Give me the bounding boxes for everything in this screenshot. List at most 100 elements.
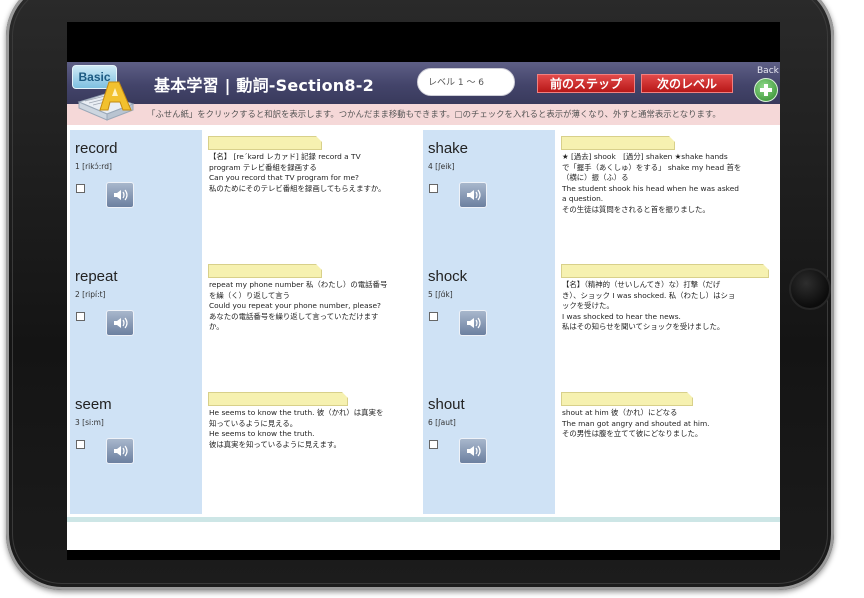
speaker-icon	[114, 189, 128, 201]
page-title: 基本学習 | 動詞-Section8-2	[154, 76, 374, 95]
sticky-note[interactable]	[561, 136, 675, 150]
definition-panel: 【名】 [re´kərd レカァド] 記録 record a TV progra…	[202, 130, 423, 258]
definition-text: 【名】（精神的（せいしんてき）な）打撃（だげ き）、ショック I was sho…	[562, 280, 770, 333]
word-panel: seem 3 [si:m]	[70, 386, 202, 514]
definition-line: ★ [過去] shook [過分] shaken ★shake hands	[562, 152, 728, 161]
definition-line: あなたの電話番号を繰り返して言っていただけます	[209, 311, 379, 321]
definition-line: 【名】 [re´kərd レカァド] 記録 record a TV	[209, 152, 361, 161]
word-card-grid: record 1 [rikɔ́:rd] 【名】 [re´kərd レカァド] 記…	[70, 130, 776, 514]
definition-line: 知っているように見える。	[209, 418, 298, 428]
definition-line: を繰（く）り返して言う	[209, 290, 291, 300]
dim-checkbox[interactable]	[76, 440, 85, 449]
next-level-button[interactable]: 次のレベル	[641, 74, 733, 93]
definition-line: か。	[209, 322, 224, 332]
word-panel: shake 4 [ʃeik]	[423, 130, 555, 258]
dim-checkbox[interactable]	[429, 440, 438, 449]
word-panel: repeat 2 [ripí:t]	[70, 258, 202, 386]
sticky-note[interactable]	[561, 392, 693, 406]
speaker-icon	[467, 445, 481, 457]
word-panel: shock 5 [ʃɑ́k]	[423, 258, 555, 386]
audio-button[interactable]	[106, 438, 134, 464]
definition-line: 彼は真実を知っているように見えます。	[209, 439, 341, 449]
dim-checkbox[interactable]	[429, 312, 438, 321]
definition-panel: repeat my phone number 私（わたし）の電話番号 を繰（く）…	[202, 258, 423, 386]
definition-line: He seems to know the truth. 彼（かれ）は真実を	[209, 408, 384, 417]
dim-checkbox[interactable]	[76, 184, 85, 193]
definition-line: Could you repeat your phone number, plea…	[209, 301, 381, 311]
word-card-record: record 1 [rikɔ́:rd] 【名】 [re´kərd レカァド] 記…	[70, 130, 423, 258]
definition-line: き）、ショック I was shocked. 私（わたし）はショ	[562, 290, 736, 300]
word-pronunciation: 5 [ʃɑ́k]	[428, 290, 453, 299]
sticky-note[interactable]	[561, 264, 769, 278]
definition-text: 【名】 [re´kərd レカァド] 記録 record a TV progra…	[209, 152, 417, 194]
tablet-screen: Basic 基本学習 | 動詞-Section8-2 レベル 1 〜 6 前のス…	[67, 22, 780, 560]
sticky-note[interactable]	[208, 264, 322, 278]
footer-strip	[67, 517, 780, 522]
dim-checkbox[interactable]	[429, 184, 438, 193]
home-button[interactable]	[789, 268, 831, 310]
definition-text: He seems to know the truth. 彼（かれ）は真実を 知っ…	[209, 408, 417, 450]
word-card-shout: shout 6 [ʃaut] shout at him 彼（かれ）にどなる Th…	[423, 386, 776, 514]
word-card-seem: seem 3 [si:m] He seems to know the truth…	[70, 386, 423, 514]
word-pronunciation: 1 [rikɔ́:rd]	[75, 162, 112, 171]
word-card-repeat: repeat 2 [ripí:t] repeat my phone number…	[70, 258, 423, 386]
audio-button[interactable]	[459, 310, 487, 336]
word-title: shock	[428, 268, 468, 285]
definition-line: 【名】（精神的（せいしんてき）な）打撃（だげ	[562, 280, 721, 289]
definition-line: He seems to know the truth.	[209, 429, 315, 439]
definition-text: ★ [過去] shook [過分] shaken ★shake hands で「…	[562, 152, 770, 216]
book-logo-icon	[77, 81, 135, 121]
word-title: shake	[428, 140, 469, 157]
definition-panel: shout at him 彼（かれ）にどなる The man got angry…	[555, 386, 776, 514]
word-title: shout	[428, 396, 465, 413]
definition-line: ックを受けた。	[562, 301, 614, 311]
dim-checkbox[interactable]	[76, 312, 85, 321]
definition-line: で「握手（あくしゅ）をする」 shake my head 首を	[562, 162, 742, 172]
app-window: Basic 基本学習 | 動詞-Section8-2 レベル 1 〜 6 前のス…	[67, 62, 780, 550]
word-title: repeat	[75, 268, 118, 285]
sticky-note[interactable]	[208, 136, 322, 150]
definition-text: repeat my phone number 私（わたし）の電話番号 を繰（く）…	[209, 280, 417, 333]
app-header: Basic 基本学習 | 動詞-Section8-2 レベル 1 〜 6 前のス…	[67, 62, 780, 104]
level-selector[interactable]: レベル 1 〜 6	[417, 68, 515, 96]
definition-line: The man got angry and shouted at him.	[562, 418, 710, 428]
audio-button[interactable]	[459, 182, 487, 208]
definition-line: その生徒は質問をされると首を振りました。	[562, 204, 710, 214]
instruction-text: 「ふせん紙」をクリックすると和訳を表示します。つかんだまま移動もできます。□のチ…	[147, 109, 721, 119]
speaker-icon	[114, 317, 128, 329]
definition-panel: 【名】（精神的（せいしんてき）な）打撃（だげ き）、ショック I was sho…	[555, 258, 776, 386]
definition-line: The student shook his head when he was a…	[562, 183, 739, 193]
definition-text: shout at him 彼（かれ）にどなる The man got angry…	[562, 408, 770, 440]
word-panel: shout 6 [ʃaut]	[423, 386, 555, 514]
definition-line: a question.	[562, 194, 604, 204]
definition-line: （横に）振（ふ）る	[562, 173, 629, 183]
speaker-icon	[467, 317, 481, 329]
word-card-shock: shock 5 [ʃɑ́k] 【名】（精神的（せいしんてき）な）打撃（だげ き）…	[423, 258, 776, 386]
definition-line: shout at him 彼（かれ）にどなる	[562, 408, 678, 417]
word-pronunciation: 4 [ʃeik]	[428, 162, 455, 171]
word-pronunciation: 6 [ʃaut]	[428, 418, 456, 427]
definition-line: その男性は腹を立てて彼にどなりました。	[562, 429, 703, 439]
audio-button[interactable]	[106, 182, 134, 208]
definition-line: 私はその知らせを聞いてショックを受けました。	[562, 322, 725, 332]
definition-line: 私のためにそのテレビ番組を録画してもらえますか。	[209, 183, 386, 193]
instruction-bar: 「ふせん紙」をクリックすると和訳を表示します。つかんだまま移動もできます。□のチ…	[67, 104, 780, 125]
sticky-note[interactable]	[208, 392, 348, 406]
definition-line: I was shocked to hear the news.	[562, 311, 681, 321]
back-cross-icon	[760, 84, 772, 96]
prev-step-button[interactable]: 前のステップ	[537, 74, 635, 93]
word-title: record	[75, 140, 118, 157]
definition-line: program テレビ番組を録画する	[209, 162, 317, 172]
speaker-icon	[114, 445, 128, 457]
word-pronunciation: 2 [ripí:t]	[75, 290, 106, 299]
back-button[interactable]	[754, 78, 778, 102]
audio-button[interactable]	[459, 438, 487, 464]
word-pronunciation: 3 [si:m]	[75, 418, 104, 427]
word-card-shake: shake 4 [ʃeik] ★ [過去] shook [過分] shaken …	[423, 130, 776, 258]
word-panel: record 1 [rikɔ́:rd]	[70, 130, 202, 258]
word-title: seem	[75, 396, 112, 413]
definition-line: repeat my phone number 私（わたし）の電話番号	[209, 280, 388, 289]
definition-panel: ★ [過去] shook [過分] shaken ★shake hands で「…	[555, 130, 776, 258]
audio-button[interactable]	[106, 310, 134, 336]
back-label: Back	[757, 66, 779, 76]
